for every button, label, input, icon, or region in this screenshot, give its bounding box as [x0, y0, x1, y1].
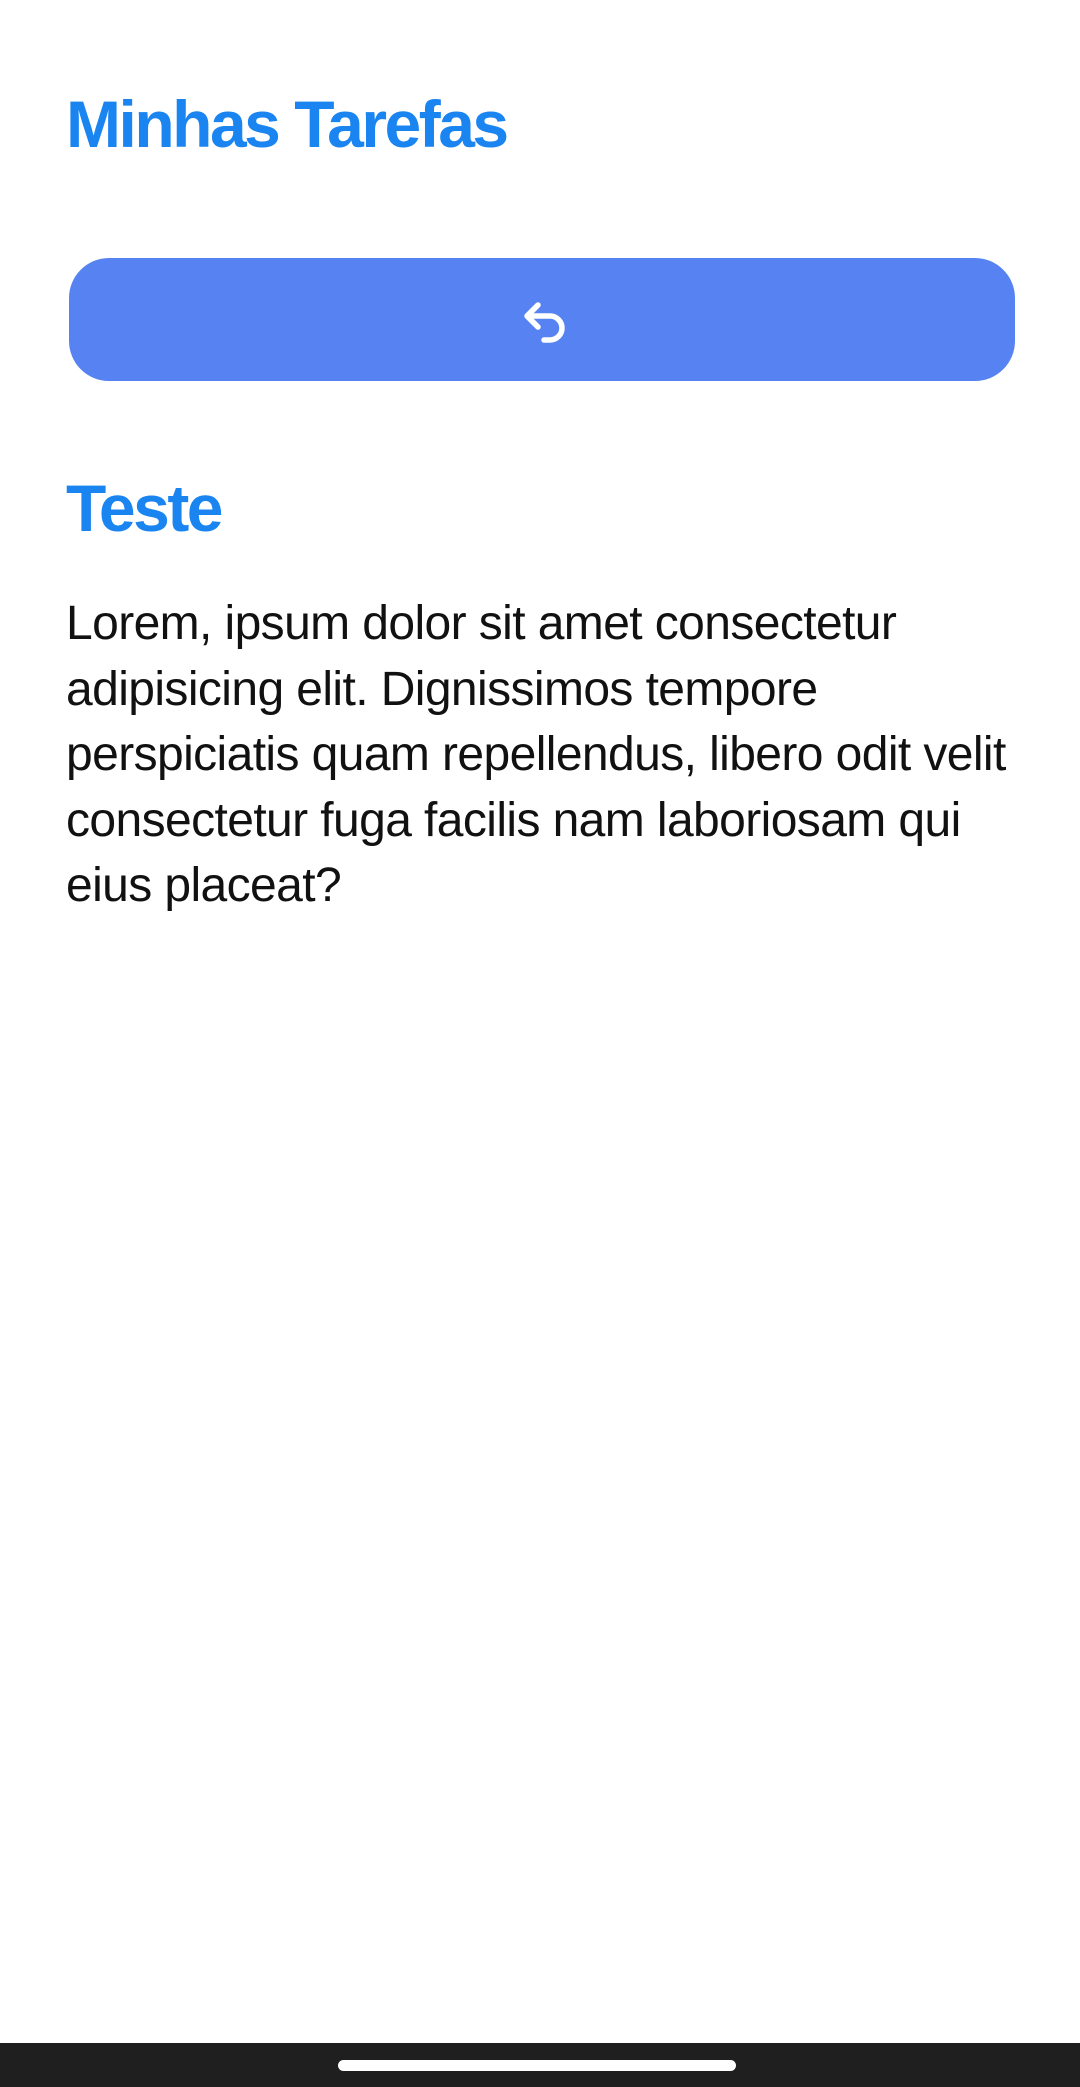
task-description: Lorem, ipsum dolor sit amet consectetur … [66, 597, 1006, 912]
undo-arrow-icon [514, 292, 570, 348]
app-screen: Minhas Tarefas Teste Lorem, ipsum dolor … [0, 0, 1080, 2043]
page-title: Minhas Tarefas [66, 87, 509, 161]
system-navigation-bar [0, 2043, 1080, 2087]
home-indicator[interactable] [338, 2060, 736, 2071]
task-title: Teste [66, 471, 224, 545]
back-button[interactable] [69, 258, 1015, 381]
